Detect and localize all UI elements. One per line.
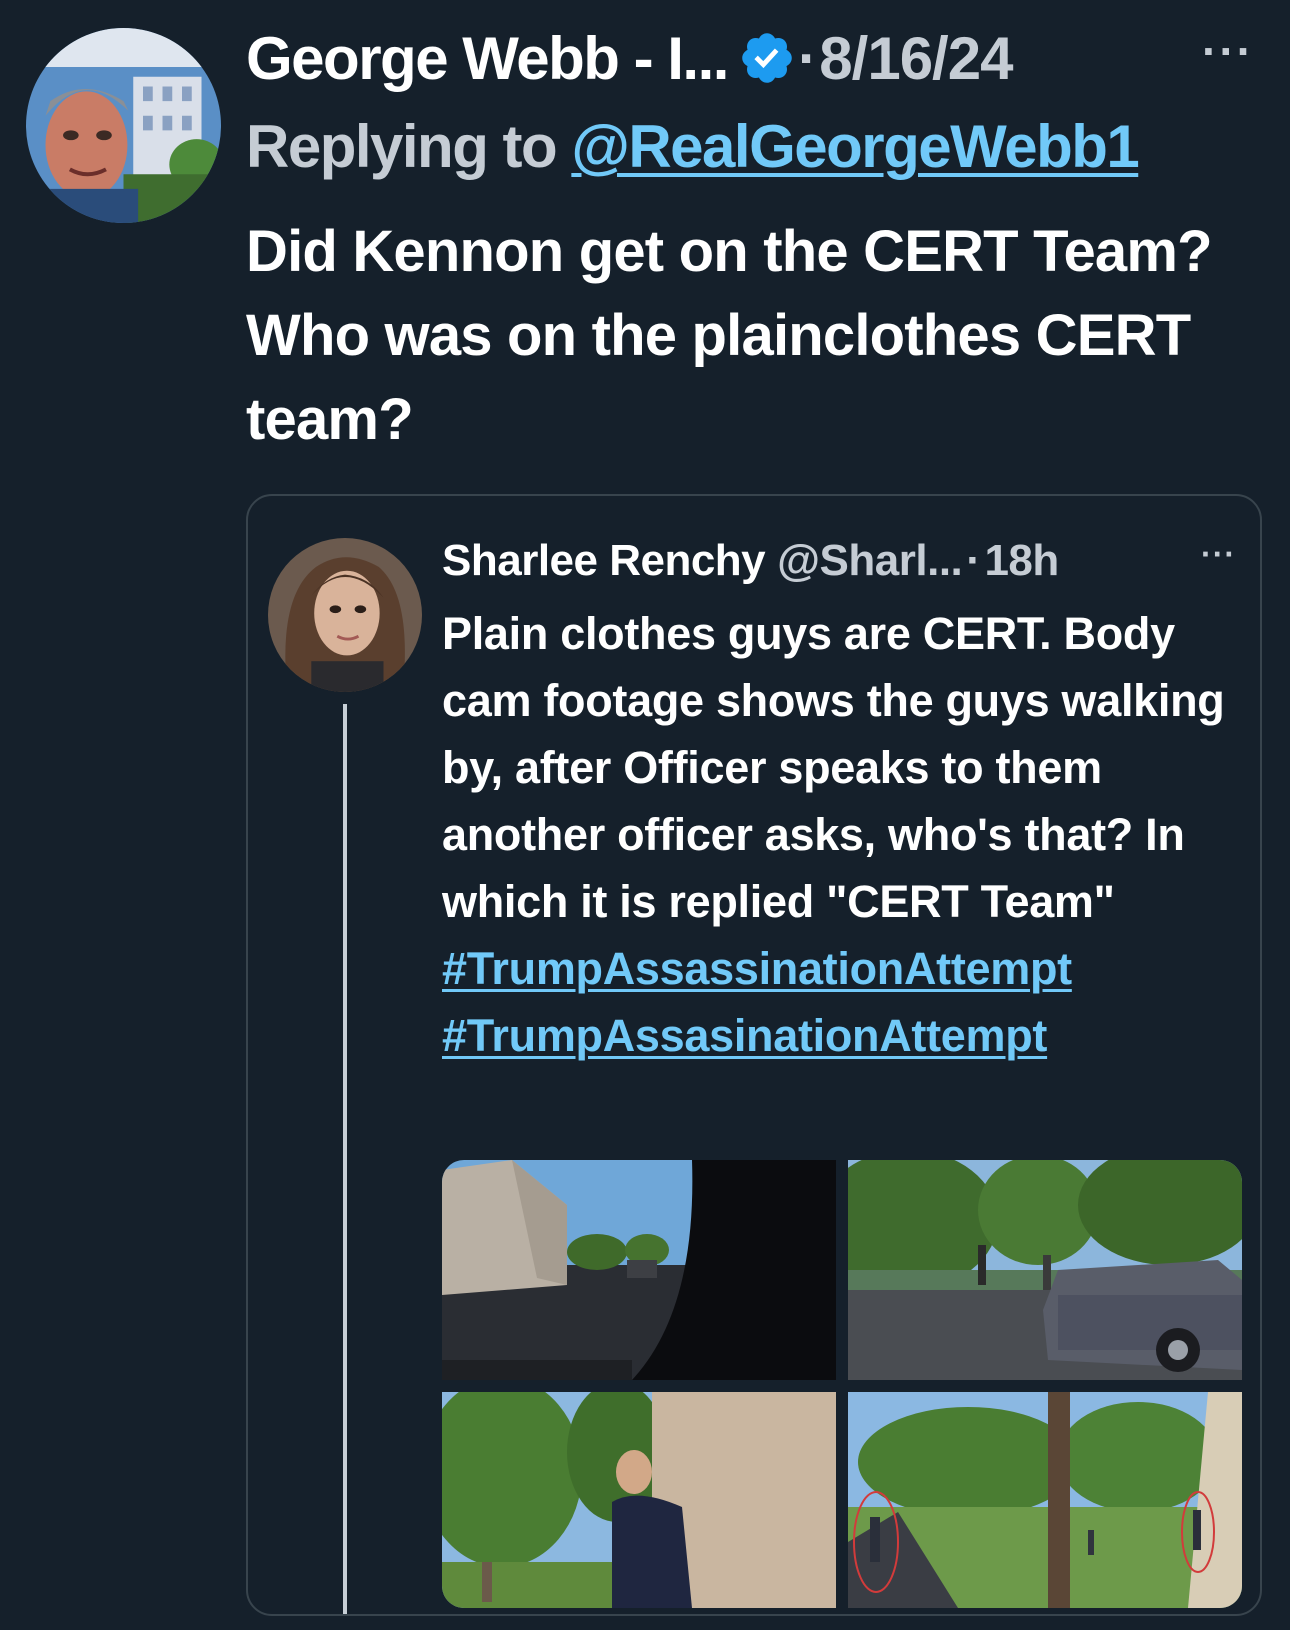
- tweet-date[interactable]: 8/16/24: [819, 24, 1013, 93]
- thread-line: [343, 704, 347, 1614]
- media-image-2[interactable]: [848, 1160, 1242, 1380]
- quote-text-block: Plain clothes guys are CERT. Body cam fo…: [442, 600, 1242, 1069]
- quoted-tweet[interactable]: Sharlee Renchy @Sharl... · 18h ··· Plain…: [246, 494, 1262, 1616]
- quote-author-name[interactable]: Sharlee Renchy: [442, 536, 766, 586]
- quote-more-options-icon[interactable]: ···: [1201, 536, 1236, 573]
- reply-handle-link[interactable]: @RealGeorgeWebb1: [571, 113, 1139, 180]
- quote-author-handle[interactable]: @Sharl...: [777, 536, 963, 586]
- more-options-icon[interactable]: ···: [1202, 28, 1254, 74]
- quote-time[interactable]: 18h: [984, 536, 1059, 586]
- tweet-text: Did Kennon get on the CERT Team? Who was…: [246, 219, 1213, 452]
- author-name[interactable]: George Webb - I...: [246, 24, 729, 93]
- media-image-1[interactable]: [442, 1160, 836, 1380]
- hashtag-link[interactable]: #TrumpAssassinationAttempt: [442, 935, 1242, 1002]
- quote-separator: ·: [966, 536, 981, 585]
- media-image-3[interactable]: [442, 1392, 836, 1608]
- media-grid: [442, 1160, 1242, 1608]
- reply-prefix: Replying to: [246, 113, 558, 180]
- quote-header: Sharlee Renchy @Sharl... · 18h: [442, 536, 1059, 586]
- header-separator: ·: [797, 25, 818, 91]
- media-image-4[interactable]: [848, 1392, 1242, 1608]
- author-avatar[interactable]: [26, 28, 221, 223]
- tweet-header: George Webb - I... · 8/16/24: [246, 22, 1013, 94]
- quote-text: Plain clothes guys are CERT. Body cam fo…: [442, 608, 1225, 927]
- reply-context: Replying to @RealGeorgeWebb1: [246, 112, 1140, 181]
- quote-author-avatar[interactable]: [268, 538, 422, 692]
- tweet[interactable]: George Webb - I... · 8/16/24 ··· Replyin…: [0, 0, 1290, 1630]
- hashtag-link[interactable]: #TrumpAssasinationAttempt: [442, 1002, 1242, 1069]
- verified-badge-icon: [738, 29, 796, 87]
